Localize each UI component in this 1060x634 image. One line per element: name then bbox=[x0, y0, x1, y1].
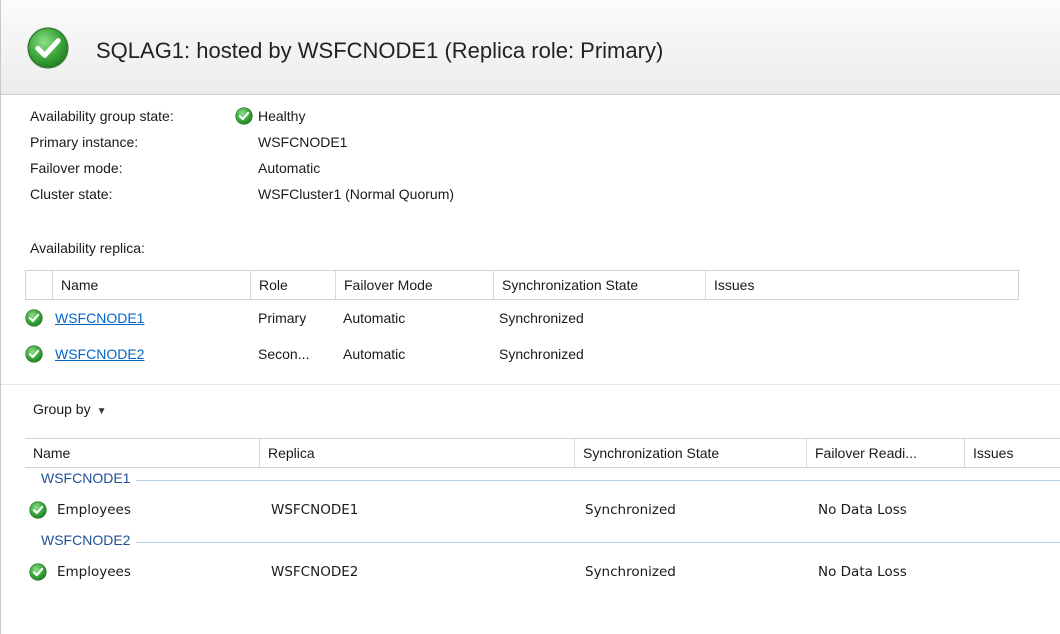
group-title: WSFCNODE1 bbox=[41, 470, 137, 486]
check-circle-icon bbox=[235, 107, 253, 125]
group-divider bbox=[41, 542, 1060, 543]
summary-label: Availability group state: bbox=[30, 108, 174, 124]
database-failover-readiness: No Data Loss bbox=[818, 564, 907, 580]
column-header-name[interactable]: Name bbox=[52, 271, 250, 299]
replica-table-header: Name Role Failover Mode Synchronization … bbox=[25, 270, 1019, 300]
database-sync-state: Synchronized bbox=[585, 564, 676, 580]
database-table: Name Replica Synchronization State Failo… bbox=[25, 438, 1060, 592]
column-header-role[interactable]: Role bbox=[250, 271, 335, 299]
database-sync-state: Synchronized bbox=[585, 502, 676, 518]
group-by-button[interactable]: Group by ▼ bbox=[33, 401, 107, 417]
table-row[interactable]: Employees WSFCNODE2 Synchronized No Data… bbox=[25, 552, 1060, 592]
summary-label: Cluster state: bbox=[30, 186, 113, 202]
summary-value: WSFCNODE1 bbox=[258, 134, 348, 150]
chevron-down-icon: ▼ bbox=[96, 406, 107, 417]
replica-sync-state: Synchronized bbox=[499, 310, 584, 326]
database-table-header: Name Replica Synchronization State Failo… bbox=[25, 438, 1060, 468]
database-replica: WSFCNODE1 bbox=[271, 502, 359, 518]
check-circle-icon bbox=[26, 26, 70, 70]
summary-label: Failover mode: bbox=[30, 160, 123, 176]
dashboard-frame: SQLAG1: hosted by WSFCNODE1 (Replica rol… bbox=[0, 0, 1060, 634]
replica-sync-state: Synchronized bbox=[499, 346, 584, 362]
dashboard-header: SQLAG1: hosted by WSFCNODE1 (Replica rol… bbox=[1, 0, 1060, 95]
column-header-failover-readiness[interactable]: Failover Readi... bbox=[806, 439, 964, 467]
database-failover-readiness: No Data Loss bbox=[818, 502, 907, 518]
page-title: SQLAG1: hosted by WSFCNODE1 (Replica rol… bbox=[96, 38, 664, 63]
column-header-issues[interactable]: Issues bbox=[964, 439, 1060, 467]
group-header[interactable]: WSFCNODE1 bbox=[25, 468, 1060, 490]
column-header-sync-state[interactable]: Synchronization State bbox=[574, 439, 806, 467]
table-row[interactable]: WSFCNODE2 Secon... Automatic Synchronize… bbox=[25, 336, 1019, 372]
table-row[interactable]: WSFCNODE1 Primary Automatic Synchronized bbox=[25, 300, 1019, 336]
replica-link[interactable]: WSFCNODE2 bbox=[55, 336, 144, 372]
check-circle-icon bbox=[29, 563, 47, 581]
replica-table: Name Role Failover Mode Synchronization … bbox=[25, 270, 1019, 372]
replica-role: Primary bbox=[258, 310, 307, 326]
group-title: WSFCNODE2 bbox=[41, 532, 137, 548]
database-replica: WSFCNODE2 bbox=[271, 564, 359, 580]
check-circle-icon bbox=[25, 309, 43, 327]
column-header-name[interactable]: Name bbox=[25, 439, 259, 467]
database-name: Employees bbox=[57, 564, 131, 580]
database-name: Employees bbox=[57, 502, 131, 518]
column-header-failover-mode[interactable]: Failover Mode bbox=[335, 271, 493, 299]
column-header-sync-state[interactable]: Synchronization State bbox=[493, 271, 705, 299]
column-header-replica[interactable]: Replica bbox=[259, 439, 574, 467]
summary-value: Healthy bbox=[258, 108, 306, 124]
summary-label: Primary instance: bbox=[30, 134, 139, 150]
section-divider bbox=[1, 384, 1060, 385]
summary-value: Automatic bbox=[258, 160, 321, 176]
column-header-icon[interactable] bbox=[26, 271, 52, 299]
replica-failover-mode: Automatic bbox=[343, 346, 406, 362]
group-header[interactable]: WSFCNODE2 bbox=[25, 530, 1060, 552]
replica-link[interactable]: WSFCNODE1 bbox=[55, 300, 144, 336]
group-by-label: Group by bbox=[33, 401, 91, 417]
check-circle-icon bbox=[29, 501, 47, 519]
summary-value: WSFCluster1 (Normal Quorum) bbox=[258, 186, 455, 202]
column-header-issues[interactable]: Issues bbox=[705, 271, 1018, 299]
table-row[interactable]: Employees WSFCNODE1 Synchronized No Data… bbox=[25, 490, 1060, 530]
check-circle-icon bbox=[25, 345, 43, 363]
group-divider bbox=[41, 480, 1060, 481]
replica-section-label: Availability replica: bbox=[30, 240, 145, 256]
replica-role: Secon... bbox=[258, 346, 310, 362]
replica-failover-mode: Automatic bbox=[343, 310, 406, 326]
